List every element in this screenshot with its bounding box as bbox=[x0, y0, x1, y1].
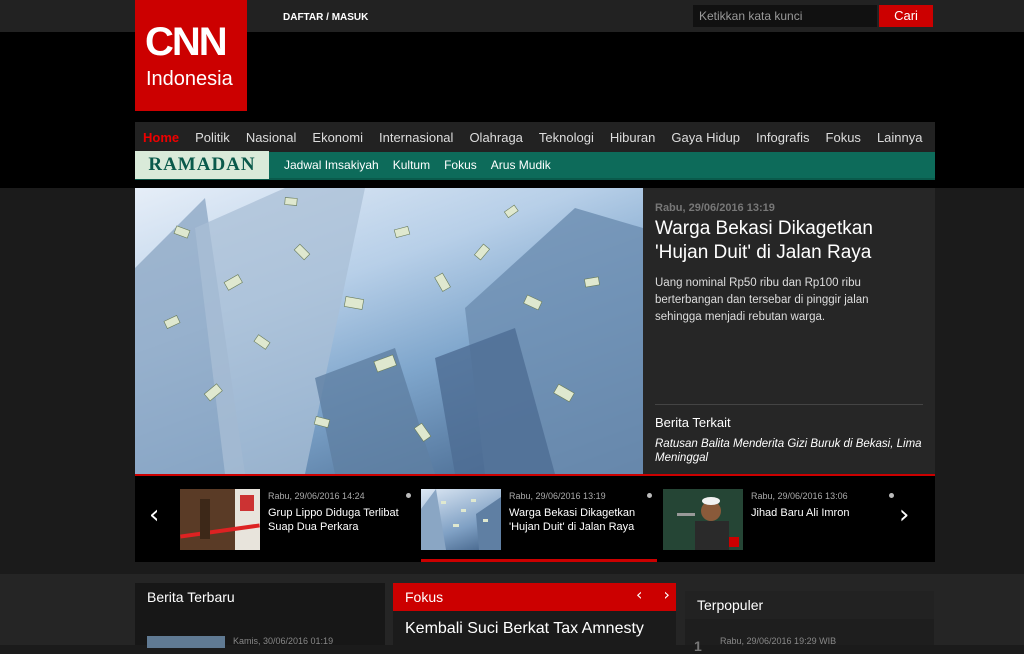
chevron-left-icon[interactable]: ‹ bbox=[149, 500, 159, 530]
headline-text-panel: Rabu, 29/06/2016 13:19 Warga Bekasi Dika… bbox=[643, 188, 935, 474]
carousel-date: Rabu, 29/06/2016 14:24 bbox=[268, 491, 365, 501]
carousel-dot bbox=[889, 493, 894, 498]
news-thumbnail[interactable] bbox=[147, 636, 225, 648]
nav-item-fokus[interactable]: Fokus bbox=[818, 130, 869, 145]
carousel-thumbnail bbox=[421, 489, 501, 550]
cnn-indonesia-logo[interactable]: CNN Indonesia bbox=[135, 0, 247, 111]
ramadan-nav: RAMADAN Jadwal Imsakiyah Kultum Fokus Ar… bbox=[135, 151, 935, 180]
nav-item-infografis[interactable]: Infografis bbox=[748, 130, 817, 145]
logo-subtext: Indonesia bbox=[146, 68, 233, 90]
carousel-item[interactable]: Rabu, 29/06/2016 13:19 Warga Bekasi Dika… bbox=[421, 489, 656, 550]
carousel-title[interactable]: Warga Bekasi Dikagetkan 'Hujan Duit' di … bbox=[509, 506, 649, 534]
fokus-heading: Fokus bbox=[393, 583, 676, 611]
headline-story: Rabu, 29/06/2016 13:19 Warga Bekasi Dika… bbox=[135, 188, 935, 474]
terpopuler-heading: Terpopuler bbox=[685, 591, 934, 619]
fokus-pager-icons[interactable]: ‹ › bbox=[636, 585, 678, 604]
divider bbox=[655, 404, 923, 405]
nav-item-hiburan[interactable]: Hiburan bbox=[602, 130, 664, 145]
nav-item-home[interactable]: Home bbox=[135, 130, 187, 145]
carousel-active-indicator bbox=[421, 559, 657, 562]
nav-item-lainnya[interactable]: Lainnya bbox=[869, 130, 931, 145]
logo-text: CNN bbox=[145, 20, 228, 64]
nav-item-gaya-hidup[interactable]: Gaya Hidup bbox=[663, 130, 748, 145]
search-input[interactable] bbox=[693, 5, 877, 27]
carousel-item[interactable]: Rabu, 29/06/2016 13:06 Jihad Baru Ali Im… bbox=[663, 489, 898, 550]
carousel-item[interactable]: Rabu, 29/06/2016 14:24 Grup Lippo Diduga… bbox=[180, 489, 415, 550]
search-button[interactable]: Cari bbox=[879, 5, 933, 27]
main-nav: Home Politik Nasional Ekonomi Internasio… bbox=[135, 122, 935, 152]
news-carousel: ‹ › Rabu, 29/06/2016 14:24 Grup Lippo Di… bbox=[135, 476, 935, 562]
carousel-date: Rabu, 29/06/2016 13:19 bbox=[509, 491, 606, 501]
nav-item-ekonomi[interactable]: Ekonomi bbox=[304, 130, 371, 145]
ramadan-item-fokus[interactable]: Fokus bbox=[437, 158, 484, 172]
carousel-dot bbox=[406, 493, 411, 498]
ramadan-item-arus-mudik[interactable]: Arus Mudik bbox=[484, 158, 558, 172]
related-news-link[interactable]: Ratusan Balita Menderita Gizi Buruk di B… bbox=[655, 437, 927, 465]
carousel-title[interactable]: Jihad Baru Ali Imron bbox=[751, 506, 891, 520]
rank-number: 1 bbox=[694, 638, 702, 654]
carousel-thumbnail bbox=[663, 489, 743, 550]
ramadan-item-jadwal[interactable]: Jadwal Imsakiyah bbox=[277, 158, 386, 172]
carousel-date: Rabu, 29/06/2016 13:06 bbox=[751, 491, 848, 501]
nav-item-teknologi[interactable]: Teknologi bbox=[531, 130, 602, 145]
carousel-dot bbox=[647, 493, 652, 498]
headline-date: Rabu, 29/06/2016 13:19 bbox=[655, 202, 775, 214]
ramadan-tag[interactable]: RAMADAN bbox=[135, 151, 269, 179]
chevron-right-icon[interactable]: › bbox=[899, 500, 909, 530]
nav-item-politik[interactable]: Politik bbox=[187, 130, 238, 145]
headline-description: Uang nominal Rp50 ribu dan Rp100 ribu be… bbox=[655, 277, 869, 323]
carousel-thumbnail bbox=[180, 489, 260, 550]
headline-title[interactable]: Warga Bekasi Dikagetkan 'Hujan Duit' di … bbox=[655, 217, 923, 265]
headline-image[interactable] bbox=[135, 188, 643, 474]
related-news-label: Berita Terkait bbox=[655, 415, 731, 430]
nav-item-olahraga[interactable]: Olahraga bbox=[461, 130, 530, 145]
berita-terbaru-heading: Berita Terbaru bbox=[135, 583, 385, 611]
fokus-story-title[interactable]: Kembali Suci Berkat Tax Amnesty bbox=[405, 620, 644, 638]
login-register-link[interactable]: DAFTAR / MASUK bbox=[283, 12, 368, 23]
nav-item-internasional[interactable]: Internasional bbox=[371, 130, 461, 145]
carousel-title[interactable]: Grup Lippo Diduga Terlibat Suap Dua Perk… bbox=[268, 506, 408, 534]
ramadan-item-kultum[interactable]: Kultum bbox=[386, 158, 437, 172]
nav-item-nasional[interactable]: Nasional bbox=[238, 130, 305, 145]
